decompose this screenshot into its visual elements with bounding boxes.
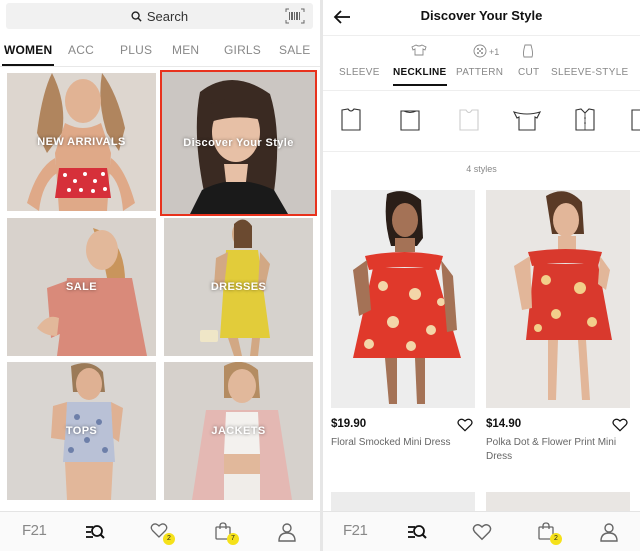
tile-dresses[interactable]: DRESSES (164, 218, 313, 356)
filter-sleeve-style[interactable]: SLEEVE-STYLE (551, 67, 629, 78)
wishlist-badge: 2 (163, 533, 175, 545)
tshirt-icon (411, 44, 427, 56)
product-image[interactable] (486, 190, 630, 408)
neckline-scoop-icon[interactable] (457, 107, 481, 133)
product-card[interactable]: $14.90 Polka Dot & Flower Print Mini Dre… (486, 190, 630, 464)
header: Discover Your Style (323, 0, 640, 36)
tile-sale[interactable]: SALE (7, 218, 156, 356)
page-title: Discover Your Style (420, 8, 543, 23)
cut-icon (523, 44, 533, 58)
bottom-nav: F21 2 (323, 511, 640, 551)
tab-girls[interactable]: GIRLS (224, 43, 261, 57)
bottom-nav: F21 2 7 (0, 511, 320, 551)
home-screen: Search WOMEN ACC PLUS MEN GIRLS SALE NEW… (0, 0, 320, 551)
product-card-next[interactable] (331, 492, 475, 512)
tab-acc[interactable]: ACC (68, 43, 94, 57)
tab-sale[interactable]: SALE (279, 43, 311, 57)
search-bar[interactable]: Search (6, 3, 313, 29)
neckline-boat-icon[interactable] (398, 107, 422, 133)
tile-jackets[interactable]: JACKETS (164, 362, 313, 500)
tile-new-arrivals[interactable]: NEW ARRIVALS (7, 73, 156, 211)
filter-tabs: +1 SLEEVE NECKLINE PATTERN CUT SLEEVE-ST… (323, 36, 640, 91)
product-image[interactable] (331, 190, 475, 408)
neckline-more-icon[interactable] (629, 107, 640, 133)
discover-search-icon[interactable] (85, 522, 105, 542)
styles-count: 4 styles (466, 164, 497, 174)
neckline-options (323, 92, 640, 152)
heart-icon[interactable] (457, 418, 473, 432)
filter-neckline[interactable]: NECKLINE (393, 67, 447, 86)
bag-badge: 7 (227, 533, 239, 545)
filter-sleeve[interactable]: SLEEVE (339, 67, 380, 78)
discover-style-screen: Discover Your Style +1 SLEEVE NECKLINE P… (323, 0, 640, 551)
tile-label: TOPS (65, 425, 98, 437)
bag-badge: 2 (550, 533, 562, 545)
product-card[interactable]: $19.90 Floral Smocked Mini Dress (331, 190, 475, 450)
search-placeholder: Search (146, 8, 189, 24)
heart-icon[interactable] (472, 522, 492, 542)
app-screens: Search WOMEN ACC PLUS MEN GIRLS SALE NEW… (0, 0, 640, 551)
product-price: $14.90 (486, 418, 522, 430)
tab-women[interactable]: WOMEN (1, 43, 55, 66)
filter-cut[interactable]: CUT (518, 67, 539, 78)
home-logo[interactable]: F21 (22, 522, 52, 542)
tile-tops[interactable]: TOPS (7, 362, 156, 500)
category-tabs: WOMEN ACC PLUS MEN GIRLS SALE (0, 35, 320, 67)
product-card-next[interactable] (486, 492, 630, 512)
tile-label: JACKETS (211, 425, 266, 437)
dress-photo (331, 190, 475, 408)
discover-search-icon[interactable] (407, 522, 427, 542)
dress-photo (486, 190, 630, 408)
wishlist-button[interactable]: 2 (150, 522, 175, 545)
product-price: $19.90 (331, 418, 367, 430)
bag-button[interactable]: 7 (214, 522, 239, 545)
heart-icon[interactable] (612, 418, 628, 432)
tile-label: SALE (66, 281, 97, 293)
filter-pattern[interactable]: PATTERN (456, 67, 503, 78)
neckline-collar-icon[interactable] (573, 107, 597, 133)
product-name[interactable]: Floral Smocked Mini Dress (331, 436, 475, 450)
barcode-scan-icon[interactable] (285, 8, 305, 24)
tile-label: Discover Your Style (183, 137, 294, 149)
account-icon[interactable] (277, 522, 297, 542)
tile-discover-your-style[interactable]: Discover Your Style (160, 70, 317, 216)
account-icon[interactable] (599, 522, 619, 542)
tile-label: NEW ARRIVALS (37, 136, 126, 148)
search-icon (131, 10, 142, 22)
tab-plus[interactable]: PLUS (120, 43, 152, 57)
pattern-icon (473, 44, 487, 58)
product-name[interactable]: Polka Dot & Flower Print Mini Dress (486, 436, 630, 464)
tile-label: DRESSES (210, 281, 267, 293)
tab-men[interactable]: MEN (172, 43, 199, 57)
neckline-offshoulder-icon[interactable] (513, 107, 541, 133)
pattern-count: +1 (489, 47, 500, 57)
bag-button[interactable]: 2 (537, 522, 562, 545)
neckline-crew-icon[interactable] (339, 107, 363, 133)
home-logo[interactable]: F21 (343, 522, 373, 542)
